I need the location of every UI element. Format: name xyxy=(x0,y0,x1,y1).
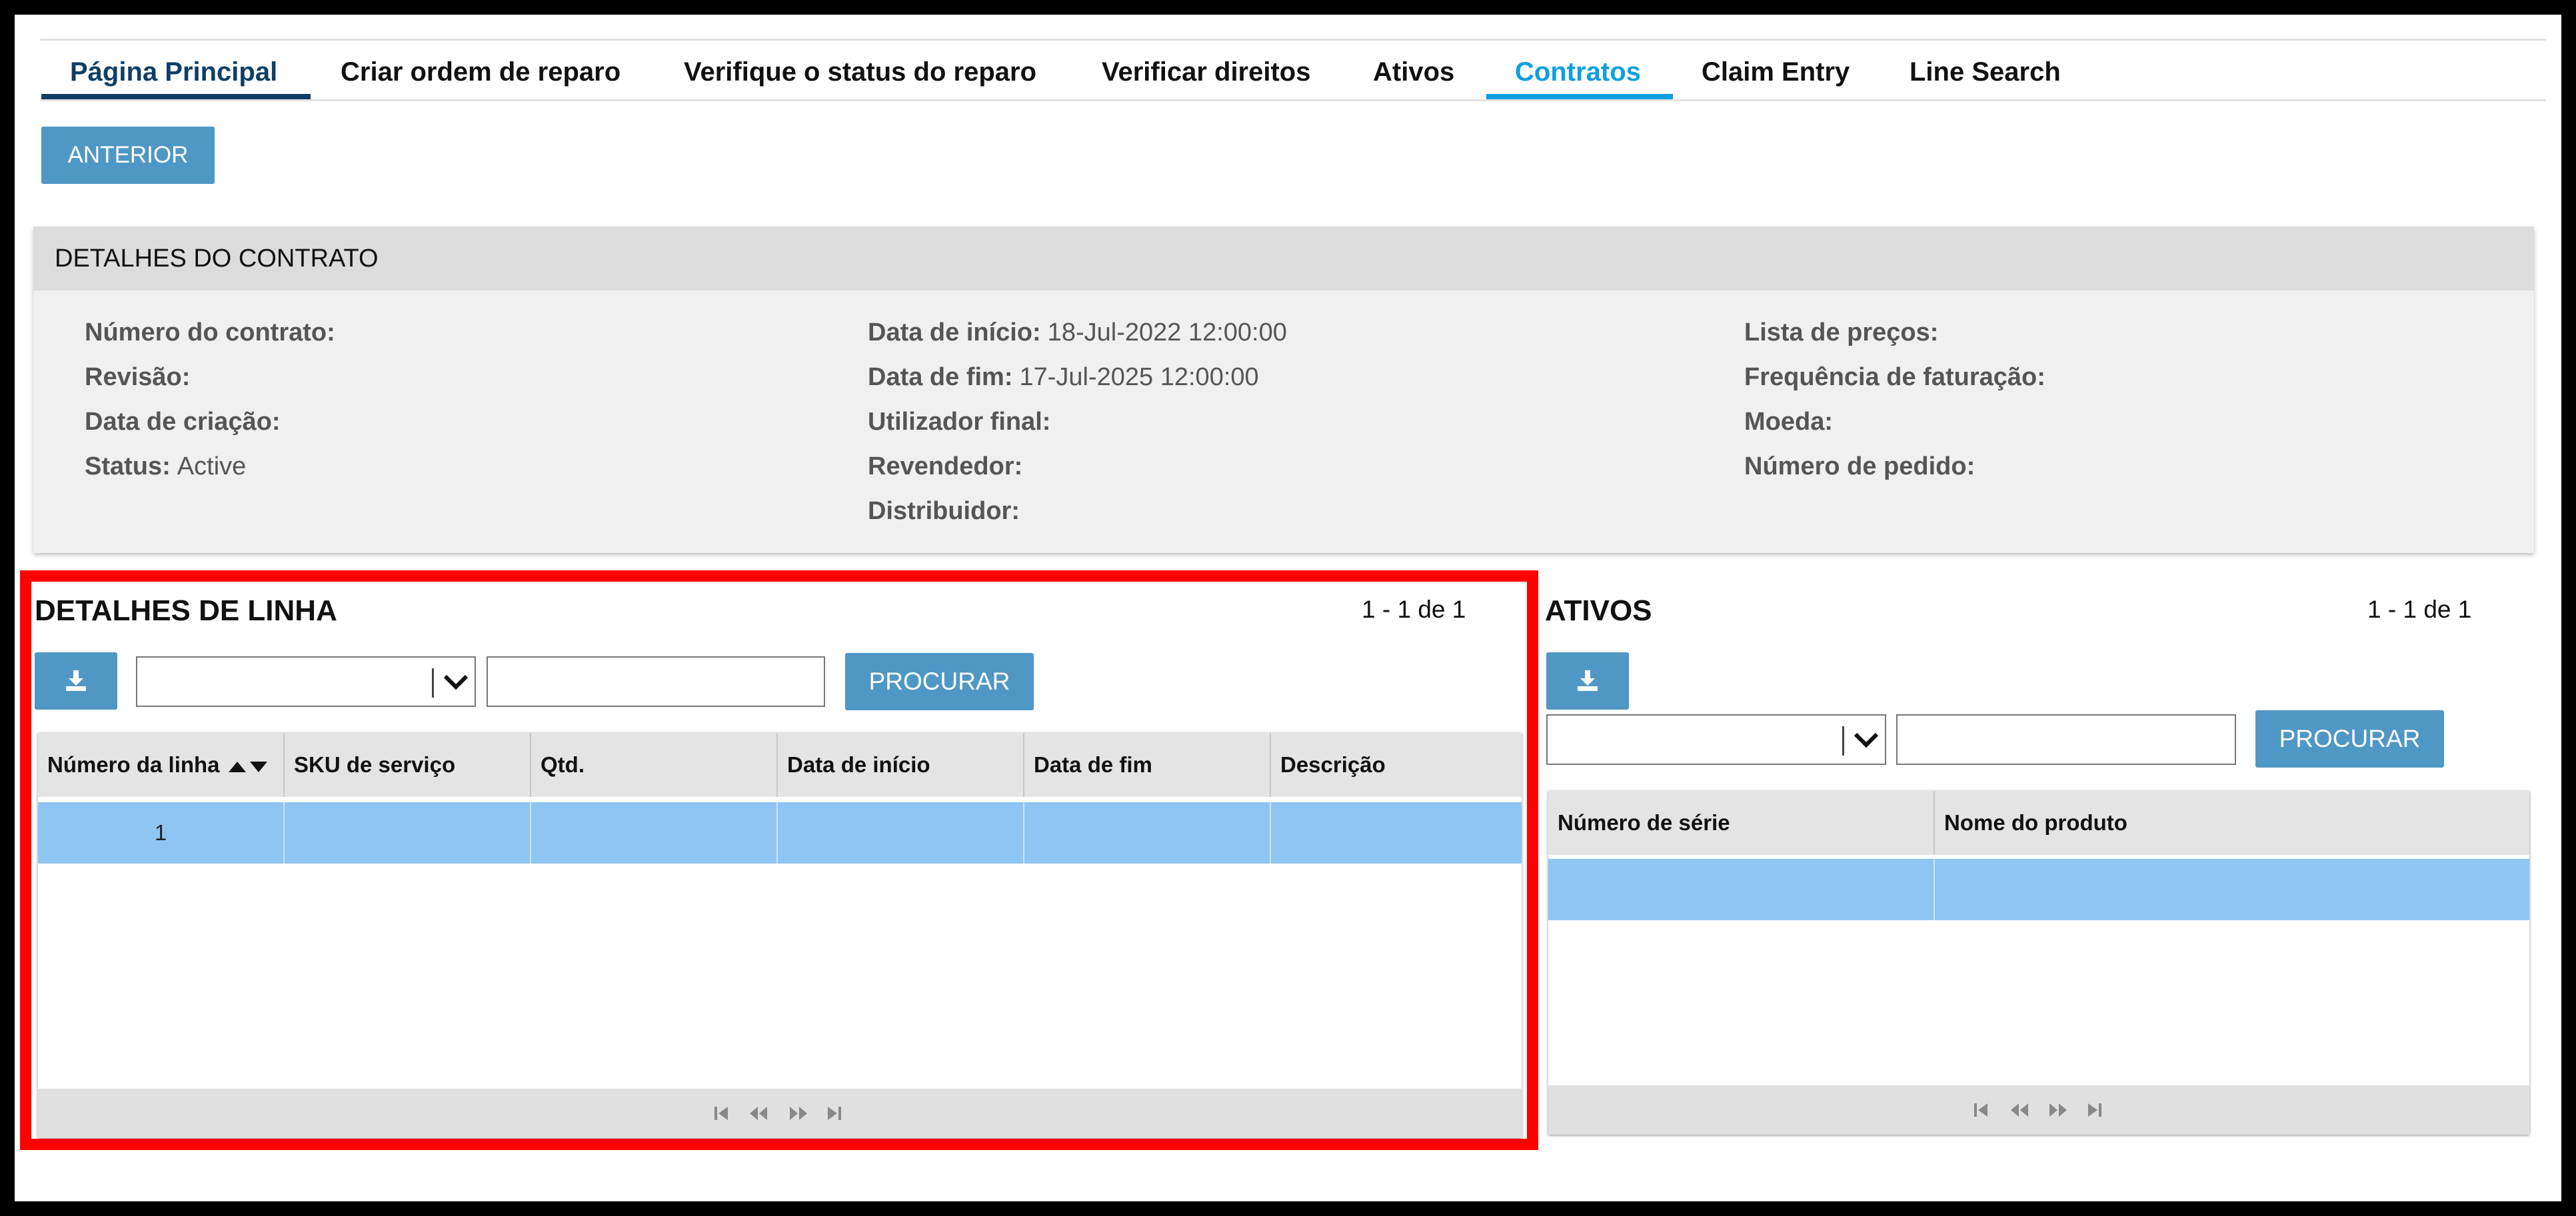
field-numero-pedido: Número de pedido: xyxy=(1744,452,1975,480)
select-separator xyxy=(1842,726,1844,756)
tab-claim-entry[interactable]: Claim Entry xyxy=(1702,52,1850,92)
col-nome-produto[interactable]: Nome do produto xyxy=(1935,791,2529,855)
line-details-grid: Número da linha SKU de serviço Qtd. Data… xyxy=(38,733,1522,1138)
col-data-inicio[interactable]: Data de início xyxy=(778,733,1024,797)
assets-download-button[interactable] xyxy=(1546,652,1629,710)
tab-pagina-principal[interactable]: Página Principal xyxy=(70,52,277,92)
assets-filter-select[interactable] xyxy=(1546,714,1886,765)
tab-verificar-direitos[interactable]: Verificar direitos xyxy=(1102,52,1310,92)
table-row[interactable] xyxy=(1548,859,2529,920)
cell-sku xyxy=(285,802,531,864)
assets-count: 1 - 1 de 1 xyxy=(2367,596,2472,623)
assets-pager xyxy=(1548,1085,2529,1135)
col-descricao[interactable]: Descrição xyxy=(1271,733,1522,797)
assets-title: ATIVOS xyxy=(1545,594,1652,627)
cell-data-inicio xyxy=(778,802,1024,864)
tab-ativos[interactable]: Ativos xyxy=(1373,52,1454,92)
last-page-icon[interactable] xyxy=(826,1105,842,1122)
prev-page-icon[interactable] xyxy=(2009,1101,2029,1119)
tab-contratos[interactable]: Contratos xyxy=(1515,52,1641,92)
line-details-grid-header: Número da linha SKU de serviço Qtd. Data… xyxy=(38,733,1522,797)
next-page-icon[interactable] xyxy=(2048,1101,2068,1119)
select-separator xyxy=(432,668,434,698)
field-revendedor: Revendedor: xyxy=(868,452,1023,480)
field-moeda: Moeda: xyxy=(1744,408,1833,436)
col-data-fim[interactable]: Data de fim xyxy=(1024,733,1271,797)
tab-line-search[interactable]: Line Search xyxy=(1910,52,2061,92)
cell-descricao xyxy=(1271,802,1522,864)
field-numero-contrato: Número do contrato: xyxy=(85,318,335,346)
nav-top-divider xyxy=(40,39,2546,41)
field-frequencia-faturacao: Frequência de faturação: xyxy=(1744,363,2045,391)
first-page-icon[interactable] xyxy=(1973,1101,1989,1119)
assets-grid: Número de série Nome do produto xyxy=(1548,791,2529,1135)
col-numero-linha-label: Número da linha xyxy=(47,752,220,777)
assets-grid-header: Número de série Nome do produto xyxy=(1548,791,2529,855)
cell-numero-serie xyxy=(1548,859,1935,920)
assets-search-input[interactable] xyxy=(1896,714,2236,765)
contract-details-panel: DETALHES DO CONTRATO xyxy=(33,227,2534,553)
contract-details-title: DETALHES DO CONTRATO xyxy=(33,227,2534,291)
nav-bottom-divider xyxy=(40,99,2546,101)
tab-status-reparo[interactable]: Verifique o status do reparo xyxy=(684,52,1036,92)
col-numero-linha[interactable]: Número da linha xyxy=(38,733,285,797)
prev-page-icon[interactable] xyxy=(748,1105,768,1122)
col-numero-serie[interactable]: Número de série xyxy=(1548,791,1935,855)
cell-numero-linha: 1 xyxy=(38,802,285,864)
anterior-button[interactable]: ANTERIOR xyxy=(41,127,215,184)
cell-data-fim xyxy=(1024,802,1271,864)
line-details-download-button[interactable] xyxy=(35,652,117,710)
chevron-down-icon xyxy=(443,674,469,690)
field-data-criacao: Data de criação: xyxy=(85,408,281,436)
cell-nome-produto xyxy=(1935,859,2529,920)
assets-procurar-button[interactable]: PROCURAR xyxy=(2255,710,2444,768)
cell-qtd xyxy=(531,802,778,864)
line-details-pager xyxy=(38,1089,1522,1138)
field-data-fim: Data de fim: 17-Jul-2025 12:00:00 xyxy=(868,363,1259,391)
first-page-icon[interactable] xyxy=(713,1105,729,1122)
last-page-icon[interactable] xyxy=(2087,1101,2103,1119)
tab-pagina-principal-underline xyxy=(41,94,311,99)
tab-criar-ordem[interactable]: Criar ordem de reparo xyxy=(341,52,621,92)
field-lista-precos: Lista de preços: xyxy=(1744,318,1939,346)
col-sku-servico[interactable]: SKU de serviço xyxy=(285,733,531,797)
field-data-inicio: Data de início: 18-Jul-2022 12:00:00 xyxy=(868,318,1287,346)
line-details-title: DETALHES DE LINHA xyxy=(35,594,337,627)
field-distribuidor: Distribuidor: xyxy=(868,497,1020,525)
line-details-procurar-button[interactable]: PROCURAR xyxy=(845,653,1034,710)
line-details-count: 1 - 1 de 1 xyxy=(1362,596,1466,623)
tab-contratos-underline xyxy=(1486,94,1673,99)
field-utilizador-final: Utilizador final: xyxy=(868,408,1051,436)
next-page-icon[interactable] xyxy=(788,1105,808,1122)
sort-asc-desc-icon xyxy=(228,762,267,773)
chevron-down-icon xyxy=(1854,732,1879,748)
download-icon xyxy=(1578,670,1598,691)
line-details-search-input[interactable] xyxy=(487,656,825,707)
line-details-filter-select[interactable] xyxy=(136,656,476,707)
table-row[interactable]: 1 xyxy=(38,802,1522,864)
col-qtd[interactable]: Qtd. xyxy=(531,733,778,797)
download-icon xyxy=(66,670,86,691)
field-status: Status: Active xyxy=(85,452,247,480)
field-revisao: Revisão: xyxy=(85,363,191,391)
